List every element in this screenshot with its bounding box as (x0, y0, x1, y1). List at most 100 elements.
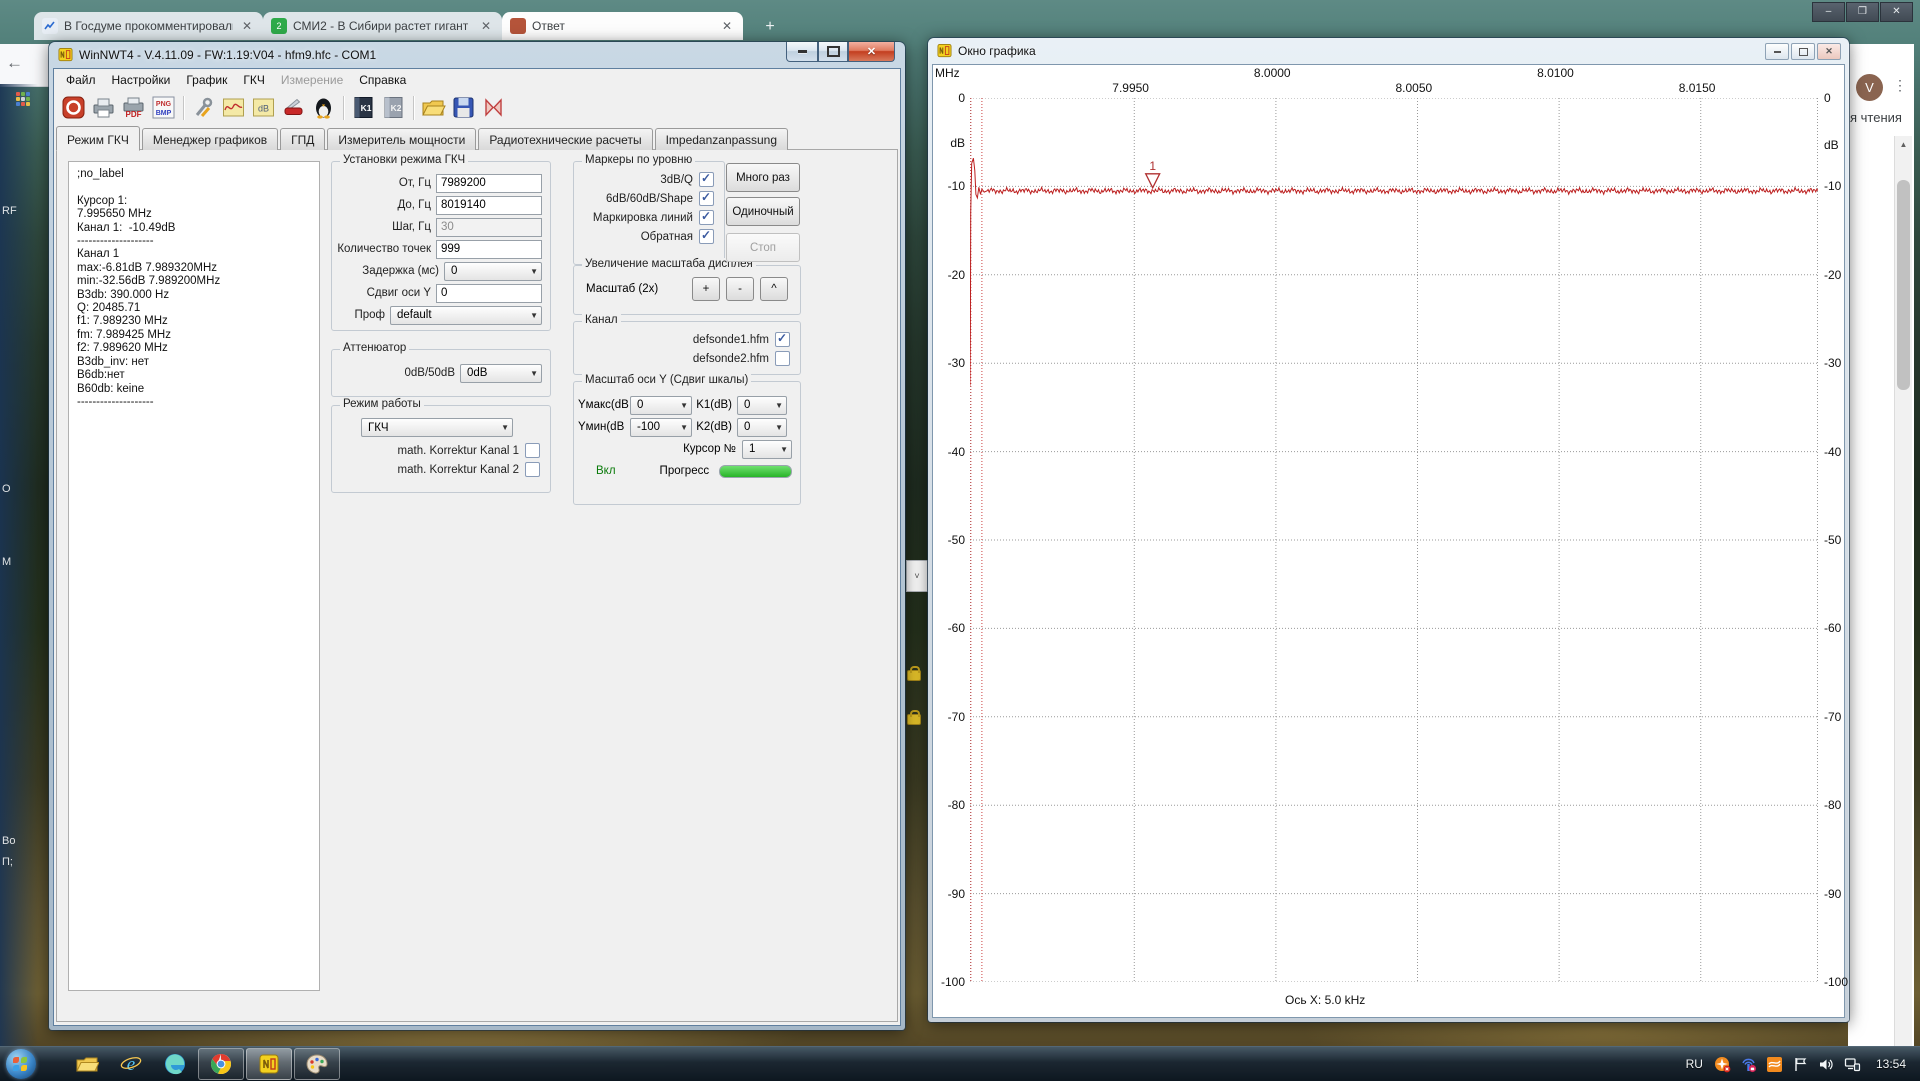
minimize-button[interactable] (786, 42, 818, 62)
taskbar-explorer-icon[interactable] (72, 1049, 102, 1079)
tab-Измеритель мощности[interactable]: Измеритель мощности (327, 128, 476, 150)
export-image-icon[interactable]: PNGBMP (150, 94, 177, 121)
menu-Справка[interactable]: Справка (351, 71, 414, 89)
menu-График[interactable]: График (178, 71, 235, 89)
k1-select[interactable]: 0▼ (737, 396, 787, 415)
marker-checkbox[interactable] (699, 229, 714, 244)
select-Проф[interactable]: default▼ (390, 306, 542, 325)
correction-k2-icon[interactable]: K2 (380, 94, 407, 121)
graph-titlebar[interactable]: Окно графика (928, 38, 1849, 64)
network-icon[interactable] (1844, 1055, 1862, 1073)
graph-profile-icon[interactable] (220, 94, 247, 121)
tab-Impedanzanpassung[interactable]: Impedanzanpassung (655, 128, 788, 150)
taskbar-edge-icon[interactable] (160, 1049, 190, 1079)
db-scale-icon[interactable]: dB (250, 94, 277, 121)
tab-close-icon[interactable]: ✕ (239, 19, 255, 33)
avatar[interactable]: V (1856, 74, 1883, 101)
button-Одиночный[interactable]: Одиночный (726, 197, 800, 226)
browser-maximize-button[interactable]: ❐ (1846, 2, 1879, 22)
tab-Радиотехнические расчеты[interactable]: Радиотехнические расчеты (478, 128, 652, 150)
new-tab-button[interactable]: + (758, 16, 782, 38)
power-icon[interactable] (60, 94, 87, 121)
zoom-+-button[interactable]: + (692, 277, 720, 301)
taskbar-paint-button[interactable] (294, 1048, 340, 1080)
cursor-marker[interactable] (1146, 174, 1160, 188)
axis-tick-label: -20 (933, 268, 965, 282)
correction-k1-icon[interactable]: K1 (350, 94, 377, 121)
menu-Настройки[interactable]: Настройки (104, 71, 179, 89)
checkbox-label: math. Korrektur Kanal 1 (398, 445, 519, 457)
antivirus-tray-icon[interactable] (1714, 1055, 1732, 1073)
group-title: Масштаб оси Y (Сдвиг шкалы) (582, 374, 751, 386)
clear-x-icon[interactable] (480, 94, 507, 121)
winnwt-titlebar[interactable]: WinNWT4 - V.4.11.09 - FW:1.19:V04 - hfm9… (49, 42, 905, 68)
scroll-up-icon[interactable]: ▲ (1895, 136, 1912, 153)
maximize-button[interactable] (1791, 43, 1815, 60)
ymin-select[interactable]: -100▼ (630, 418, 692, 437)
input-Сдвиг оси Y[interactable]: 0 (436, 284, 542, 303)
k2-select[interactable]: 0▼ (737, 418, 787, 437)
clock[interactable]: 13:54 (1876, 1057, 1906, 1071)
maximize-button[interactable] (818, 42, 848, 62)
correction-checkbox[interactable] (525, 443, 540, 458)
channel-checkbox[interactable] (775, 351, 790, 366)
sweep-row: Шаг, Гц30 (332, 216, 550, 238)
channel-checkbox[interactable] (775, 332, 790, 347)
button-Много раз[interactable]: Много раз (726, 163, 800, 192)
marker-checkbox[interactable] (699, 210, 714, 225)
browser-tab[interactable]: Ответ✕ (502, 12, 743, 40)
axis-tick-label: -20 (1824, 268, 1841, 282)
tools-icon[interactable] (190, 94, 217, 121)
sweep-row: Сдвиг оси Y0 (332, 282, 550, 304)
menu-dots-icon[interactable]: ⋮ (1893, 77, 1907, 94)
knife-icon[interactable] (280, 94, 307, 121)
close-button[interactable]: ✕ (1817, 43, 1841, 60)
close-button[interactable]: ✕ (848, 42, 895, 62)
scrollbar-thumb[interactable] (1897, 180, 1910, 390)
marker-checkbox[interactable] (699, 191, 714, 206)
save-icon[interactable] (450, 94, 477, 121)
tab-close-icon[interactable]: ✕ (478, 19, 494, 33)
browser-close-button[interactable]: ✕ (1880, 2, 1913, 22)
tab-ГПД[interactable]: ГПД (280, 128, 325, 150)
print-pdf-icon[interactable]: PDF (120, 94, 147, 121)
ymax-select[interactable]: 0▼ (630, 396, 692, 415)
taskbar-winnwt-button[interactable] (246, 1048, 292, 1080)
browser-tab[interactable]: В Госдуме прокомментировали✕ (34, 12, 263, 40)
correction-checkbox[interactable] (525, 462, 540, 477)
select-Задержка (мс)[interactable]: 0▼ (444, 262, 542, 281)
input-До, Гц[interactable]: 8019140 (436, 196, 542, 215)
menu-ГКЧ[interactable]: ГКЧ (235, 71, 273, 89)
browser-tab[interactable]: 2СМИ2 - В Сибири растет гигант✕ (263, 12, 502, 40)
sweep-plot[interactable]: 1 (970, 98, 1818, 982)
volume-icon[interactable] (1818, 1055, 1836, 1073)
menu-Файл[interactable]: Файл (58, 71, 104, 89)
open-folder-icon[interactable] (420, 94, 447, 121)
browser-minimize-button[interactable]: – (1812, 2, 1845, 22)
browser-scrollbar[interactable]: ▲ (1894, 136, 1912, 1046)
back-arrow-icon[interactable]: ← (6, 53, 23, 73)
tux-icon[interactable] (310, 94, 337, 121)
input-Количество точек[interactable]: 999 (436, 240, 542, 259)
start-button[interactable] (6, 1049, 36, 1079)
print-icon[interactable] (90, 94, 117, 121)
action-center-flag-icon[interactable] (1792, 1055, 1810, 1073)
tab-close-icon[interactable]: ✕ (719, 19, 735, 33)
orange-app-tray-icon[interactable] (1766, 1055, 1784, 1073)
input-От, Гц[interactable]: 7989200 (436, 174, 542, 193)
cursor-select[interactable]: 1▼ (742, 440, 792, 459)
zoom-^-button[interactable]: ^ (760, 277, 788, 301)
taskbar-ie-icon[interactable]: e (116, 1049, 146, 1079)
mode-group: Режим работы ГКЧ▼ math. Korrektur Kanal … (331, 405, 551, 493)
minimize-button[interactable] (1765, 43, 1789, 60)
tab-Режим ГКЧ[interactable]: Режим ГКЧ (56, 126, 140, 151)
mode-select[interactable]: ГКЧ▼ (361, 418, 513, 437)
attenuator-select[interactable]: 0dB▼ (460, 364, 542, 383)
tab-Менеджер графиков[interactable]: Менеджер графиков (142, 128, 278, 150)
winnwt-client: ФайлНастройкиГрафикГКЧИзмерениеСправка P… (53, 68, 901, 1026)
remote-access-tray-icon[interactable] (1740, 1055, 1758, 1073)
language-indicator[interactable]: RU (1686, 1057, 1703, 1071)
taskbar-chrome-button[interactable] (198, 1048, 244, 1080)
marker-checkbox[interactable] (699, 172, 714, 187)
zoom---button[interactable]: - (726, 277, 754, 301)
